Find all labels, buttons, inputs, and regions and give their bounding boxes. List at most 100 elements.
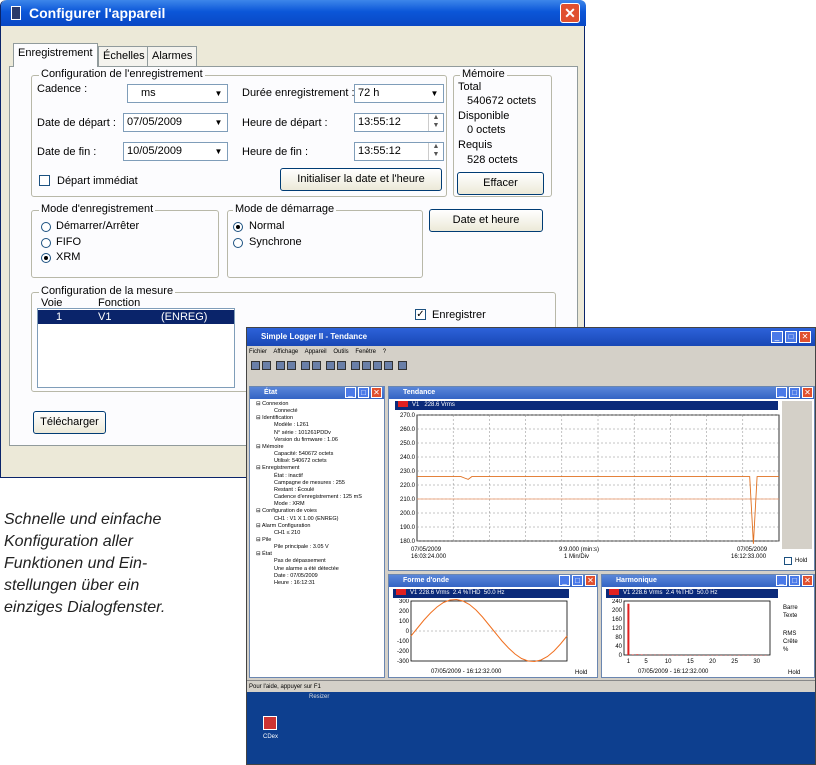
hold-checkbox[interactable] [784, 557, 792, 565]
close-icon[interactable]: ✕ [802, 575, 813, 586]
tree-item: Modèle : L261 [274, 422, 309, 429]
tree-node[interactable]: ⊟ État [256, 551, 384, 558]
tree-node[interactable]: ⊟ Enregistrement [256, 465, 384, 472]
menu-help[interactable]: ? [383, 349, 386, 355]
spinner-icon[interactable]: ▲ ▼ [428, 143, 443, 160]
y-tick-label: 0 [406, 629, 410, 635]
cdex-icon[interactable] [263, 716, 277, 730]
open-icon[interactable] [251, 361, 260, 370]
close-icon[interactable]: ✕ [799, 331, 811, 343]
tendance-end-time: 16:12:33.000 [731, 554, 767, 560]
upload-icon[interactable] [312, 361, 321, 370]
heure-depart-input[interactable]: 13:55:12 ▲ ▼ [354, 113, 444, 132]
minimize-icon[interactable]: _ [771, 331, 783, 343]
window-icon[interactable] [362, 361, 371, 370]
tile-icon[interactable] [373, 361, 382, 370]
telecharger-button[interactable]: Télécharger [33, 411, 106, 434]
radio-xrm[interactable] [41, 253, 51, 263]
print-icon[interactable] [276, 361, 285, 370]
harmonic-bar [640, 654, 643, 655]
heure-fin-input[interactable]: 13:55:12 ▲ ▼ [354, 142, 444, 161]
radio-demarrer-arreter[interactable] [41, 222, 51, 232]
tab-alarmes[interactable]: Alarmes [147, 46, 198, 66]
y-tick-label: 200 [612, 608, 623, 614]
maximize-icon[interactable]: □ [785, 331, 797, 343]
minimize-icon[interactable]: _ [776, 575, 787, 586]
chevron-down-icon: ▼ [210, 85, 227, 102]
tab-echelles[interactable]: Échelles [98, 46, 150, 66]
save-icon[interactable] [262, 361, 271, 370]
radio-normal[interactable] [233, 222, 243, 232]
grid-icon[interactable] [398, 361, 407, 370]
date-heure-button[interactable]: Date et heure [429, 209, 543, 232]
channel-color-swatch [609, 589, 619, 595]
desktop: Resizer CDex [247, 692, 815, 764]
crete-option[interactable]: Crête [783, 639, 798, 645]
close-icon[interactable]: ✕ [371, 387, 382, 398]
tree-node[interactable]: ⊟ Mémoire [256, 444, 384, 451]
tree-node[interactable]: ⊟ Alarm Configuration [256, 523, 384, 530]
date-fin-picker[interactable]: 10/05/2009 ▼ [123, 142, 228, 161]
xrm-label: XRM [56, 251, 81, 263]
tree-node[interactable]: ⊟ Connexion [256, 401, 384, 408]
tendance-start-time: 16:03:24.000 [411, 554, 447, 560]
minimize-icon[interactable]: _ [776, 387, 787, 398]
settings-icon[interactable] [337, 361, 346, 370]
rms-option[interactable]: RMS [783, 631, 796, 637]
menu-fichier[interactable]: Fichier [249, 349, 267, 355]
menu-outils[interactable]: Outils [333, 349, 348, 355]
cascade-icon[interactable] [384, 361, 393, 370]
list-item[interactable]: 1 V1 (ENREG) [38, 310, 234, 324]
radio-fifo[interactable] [41, 238, 51, 248]
tree-item: Une alarme a été détectée [274, 565, 339, 572]
minimize-icon[interactable]: _ [559, 575, 570, 586]
taskbar-item[interactable]: Resizer [309, 694, 329, 700]
duree-select[interactable]: 72 h ▼ [354, 84, 444, 103]
tendance-start-date: 07/05/2009 [411, 547, 442, 553]
texte-option[interactable]: Texte [783, 613, 797, 619]
spinner-icon[interactable]: ▲ ▼ [428, 114, 443, 131]
channel-color-swatch [398, 401, 408, 407]
demarrer-arreter-label: Démarrer/Arrêter [56, 220, 140, 232]
close-icon[interactable]: ✕ [585, 575, 596, 586]
cadence-select[interactable]: ms ▼ [127, 84, 228, 103]
total-value: 540672 octets [467, 95, 537, 107]
app-icon [11, 6, 21, 20]
depart-immediat-checkbox[interactable] [39, 175, 50, 186]
tree-node[interactable]: ⊟ Configuration de voies [256, 508, 384, 515]
maximize-icon[interactable]: □ [358, 387, 369, 398]
tendance-title-bar: Tendance [389, 387, 814, 399]
effacer-button[interactable]: Effacer [457, 172, 544, 195]
init-date-button[interactable]: Initialiser la date et l'heure [280, 168, 442, 191]
caption-text: Schnelle und einfache Konfiguration alle… [4, 511, 166, 616]
harm-chart: 240200160120804001 5 10 15 20 25 30 [612, 599, 771, 665]
tendance-end-date: 07/05/2009 [737, 547, 768, 553]
menu-appareil[interactable]: Appareil [305, 349, 327, 355]
disponible-value: 0 octets [467, 124, 506, 136]
enregistrer-checkbox[interactable]: ✓ [415, 309, 426, 320]
barre-option[interactable]: Barre [783, 605, 798, 611]
minimize-icon[interactable]: _ [345, 387, 356, 398]
simple-logger-window: Simple Logger II - Tendance _ □ ✕ Fichie… [246, 327, 816, 765]
menu-fenetre[interactable]: Fenêtre [355, 349, 376, 355]
y-tick-label: 240 [612, 599, 623, 605]
date-depart-picker[interactable]: 07/05/2009 ▼ [123, 113, 228, 132]
tree-node[interactable]: ⊟ Identification [256, 415, 384, 422]
close-icon[interactable]: ✕ [560, 3, 580, 23]
recording-config-title: Configuration de l'enregistrement [39, 68, 205, 80]
close-icon[interactable]: ✕ [802, 387, 813, 398]
tree-node[interactable]: ⊟ Pile [256, 537, 384, 544]
menu-affichage[interactable]: Affichage [273, 349, 298, 355]
tools-icon[interactable] [326, 361, 335, 370]
chart-icon[interactable] [351, 361, 360, 370]
preview-icon[interactable] [287, 361, 296, 370]
download-icon[interactable] [301, 361, 310, 370]
maximize-icon[interactable]: □ [572, 575, 583, 586]
forme-timestamp: 07/05/2009 - 16:12:32.000 [431, 669, 502, 675]
y-tick-label: 220.0 [400, 483, 416, 489]
maximize-icon[interactable]: □ [789, 575, 800, 586]
tab-enregistrement[interactable]: Enregistrement [13, 43, 98, 67]
maximize-icon[interactable]: □ [789, 387, 800, 398]
percent-option[interactable]: % [783, 647, 788, 653]
radio-synchrone[interactable] [233, 238, 243, 248]
